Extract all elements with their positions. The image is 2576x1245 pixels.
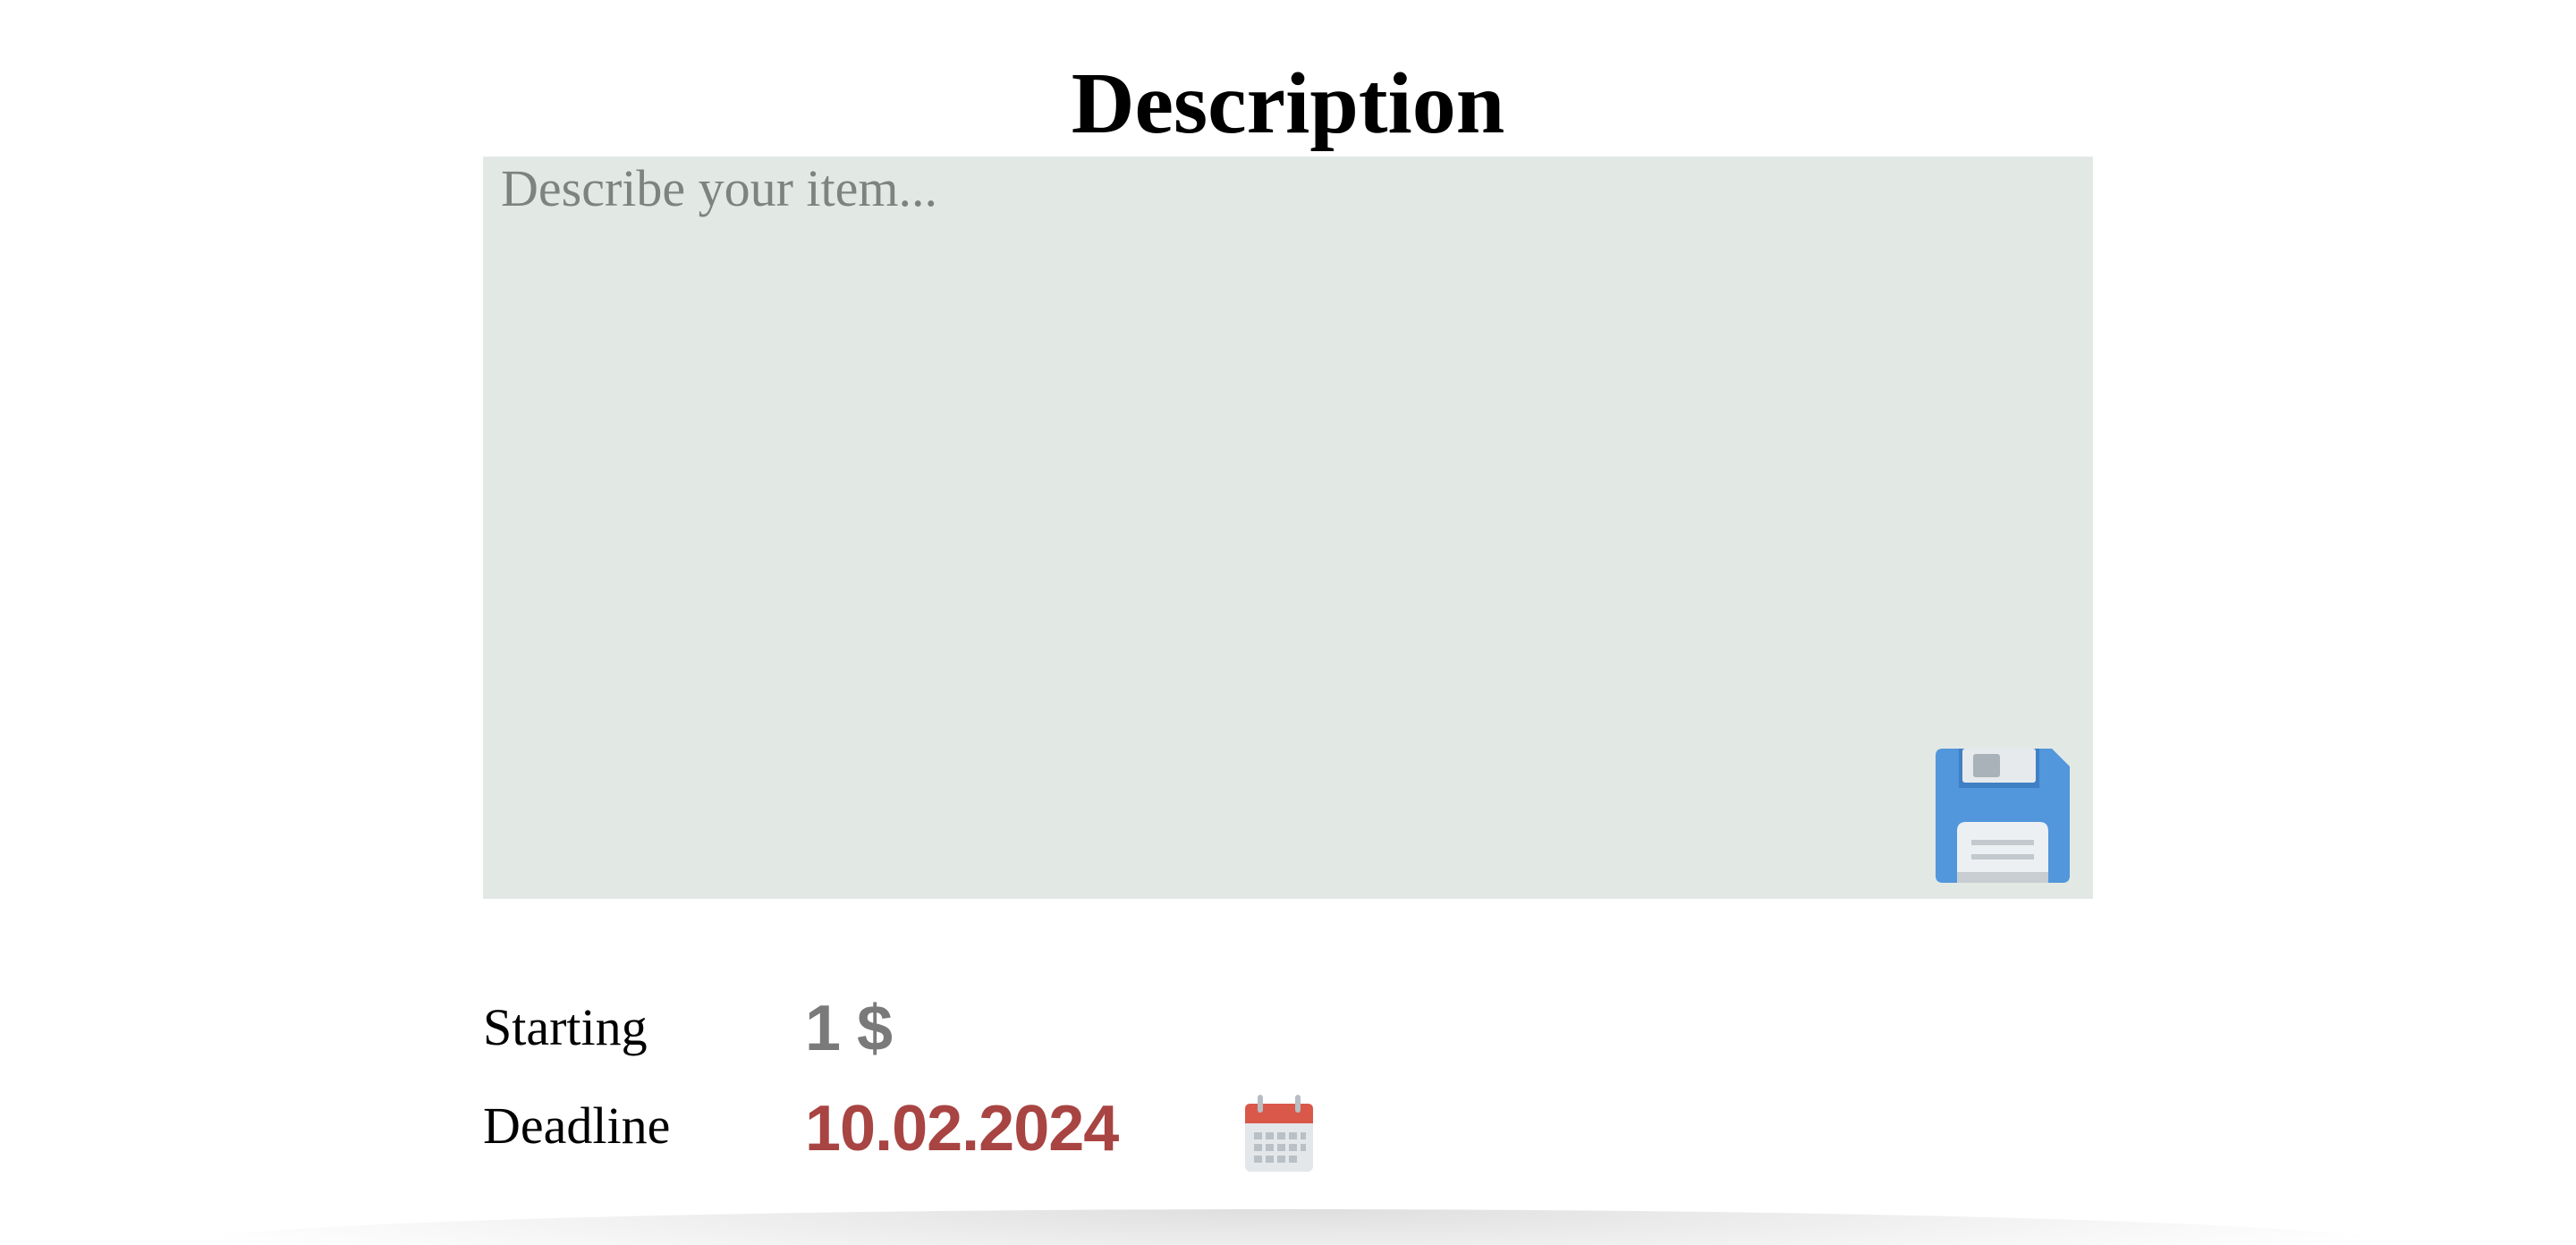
- page-title: Description: [1071, 55, 1505, 152]
- card-bottom-shadow: [179, 1209, 2397, 1245]
- calendar-button[interactable]: [1243, 1093, 1315, 1173]
- save-button[interactable]: [1936, 749, 2070, 883]
- page: Description Starting 1 $ Deadline 10.02.…: [0, 0, 2576, 1245]
- starting-label: Starting: [483, 998, 648, 1056]
- description-textarea[interactable]: [483, 157, 2093, 899]
- starting-price-value: 1 $: [805, 993, 893, 1064]
- calendar-icon: [1245, 1095, 1313, 1172]
- deadline-date-value: 10.02.2024: [805, 1093, 1119, 1165]
- deadline-label: Deadline: [483, 1097, 671, 1155]
- floppy-disk-save-icon: [1936, 749, 2070, 883]
- description-container: [483, 157, 2093, 899]
